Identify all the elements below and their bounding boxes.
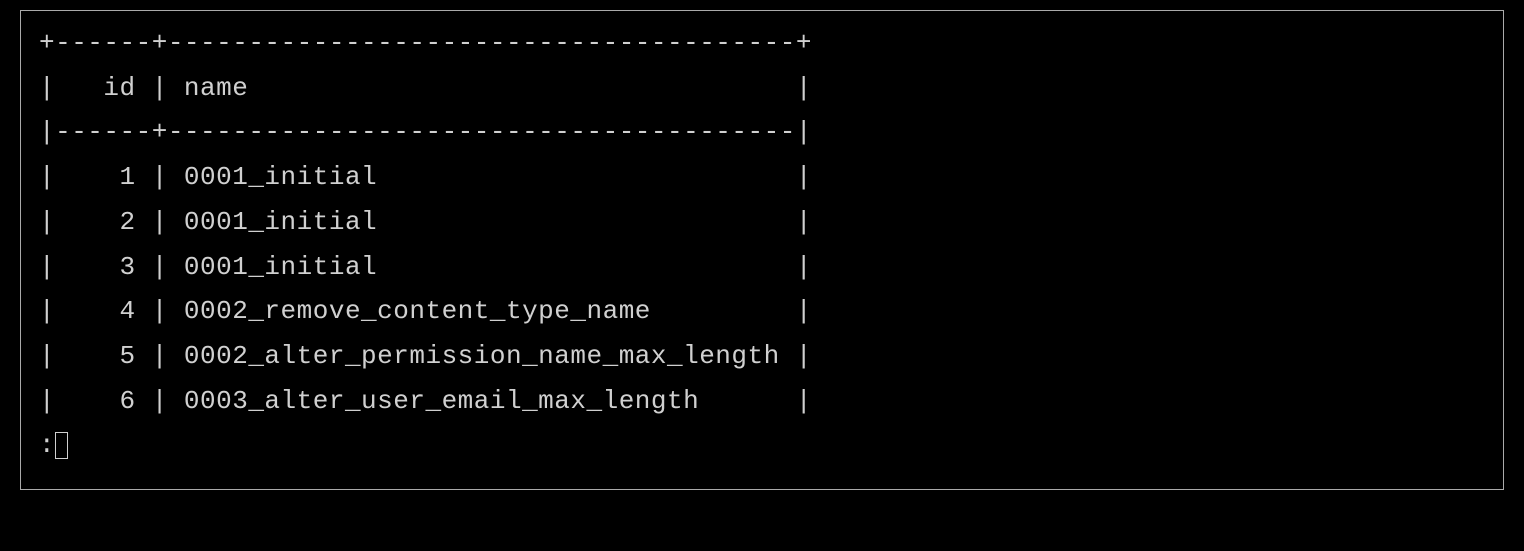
- table-header-row: | id | name |: [39, 73, 812, 103]
- table-row: | 3 | 0001_initial |: [39, 252, 812, 282]
- table-row: | 4 | 0002_remove_content_type_name |: [39, 296, 812, 326]
- table-output: +------+--------------------------------…: [39, 21, 1485, 468]
- table-row: | 5 | 0002_alter_permission_name_max_len…: [39, 341, 812, 371]
- table-row: | 2 | 0001_initial |: [39, 207, 812, 237]
- cursor-icon: [55, 432, 68, 459]
- terminal-window: +------+--------------------------------…: [20, 10, 1504, 490]
- pager-prompt[interactable]: :: [39, 423, 1485, 468]
- table-header-sep: |------+--------------------------------…: [39, 117, 812, 147]
- table-row: | 6 | 0003_alter_user_email_max_length |: [39, 386, 812, 416]
- table-row: | 1 | 0001_initial |: [39, 162, 812, 192]
- table-top-border: +------+--------------------------------…: [39, 28, 812, 58]
